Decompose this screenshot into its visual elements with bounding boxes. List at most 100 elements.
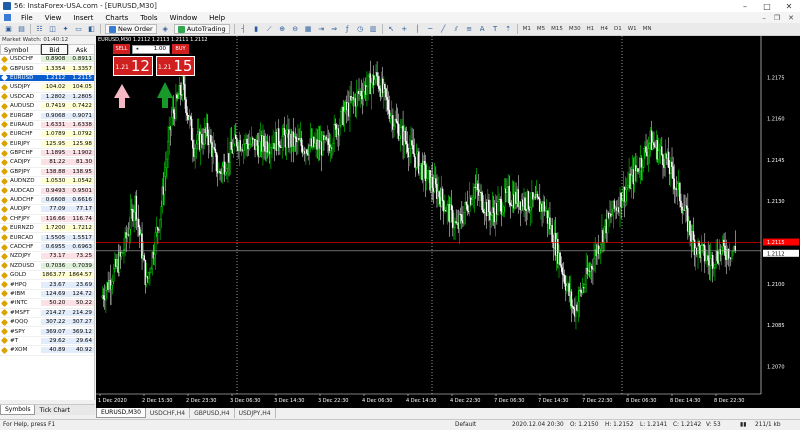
timeframe-m1[interactable]: M1 (520, 26, 534, 32)
market-watch-row[interactable]: #XOM 40.89 40.92 (0, 346, 94, 356)
maximize-icon[interactable]: □ (756, 2, 778, 11)
data-window-icon[interactable]: ◫ (47, 24, 58, 34)
zoom-in-icon[interactable]: ⊕ (277, 24, 288, 34)
timeframe-d1[interactable]: D1 (611, 26, 625, 32)
metaeditor-icon[interactable]: ◈ (160, 24, 171, 34)
market-watch-row[interactable]: EURNZD 1.7200 1.7212 (0, 224, 94, 234)
market-watch-row[interactable]: CHFJPY 116.66 116.74 (0, 215, 94, 225)
buy-quote[interactable]: 1.21 15 (155, 56, 195, 76)
market-watch-row[interactable]: EURCAD 1.5505 1.5517 (0, 233, 94, 243)
navigator-icon[interactable]: ✦ (60, 24, 71, 34)
timeframe-m5[interactable]: M5 (534, 26, 548, 32)
fibonacci-icon[interactable]: ≡ (464, 24, 475, 34)
timeframe-m30[interactable]: M30 (566, 26, 584, 32)
candlestick-icon[interactable]: ▮ (251, 24, 262, 34)
periods-icon[interactable]: ◷ (355, 24, 366, 34)
child-close-icon[interactable]: ✕ (788, 14, 794, 22)
lot-decrease-icon[interactable]: ◂ (133, 46, 141, 52)
autoscroll-icon[interactable]: ⇒ (329, 24, 340, 34)
chart-shift-icon[interactable]: ⇥ (316, 24, 327, 34)
column-bid[interactable]: Bid (41, 44, 68, 55)
minimize-icon[interactable]: – (734, 2, 756, 11)
market-watch-row[interactable]: AUDNZD 1.0530 1.0542 (0, 177, 94, 187)
market-watch-row[interactable]: #T 29.62 29.64 (0, 337, 94, 347)
timeframe-m15[interactable]: M15 (548, 26, 566, 32)
horizontal-line-icon[interactable]: ─ (425, 24, 436, 34)
tab-usdjpy-h4[interactable]: USDJPY,H4 (235, 408, 276, 418)
buy-button[interactable]: BUY (172, 44, 189, 54)
crosshair-icon[interactable]: + (399, 24, 410, 34)
child-minimize-icon[interactable]: – (762, 14, 766, 22)
tab-gbpusd-h4[interactable]: GBPUSD,H4 (190, 408, 235, 418)
market-watch-row[interactable]: GOLD 1863.77 1864.57 (0, 271, 94, 281)
market-watch-row[interactable]: AUDJPY 77.09 77.17 (0, 205, 94, 215)
market-watch-row[interactable]: #HPQ 23.67 23.69 (0, 280, 94, 290)
market-watch-row[interactable]: GBPUSD 1.3354 1.3357 (0, 64, 94, 74)
text-label-icon[interactable]: T (490, 24, 501, 34)
chart-window[interactable]: 1.21751.21601.21451.21301.21151.21001.20… (96, 36, 800, 408)
market-watch-row[interactable]: EURGBP 0.9068 0.9071 (0, 111, 94, 121)
market-watch-row[interactable]: #QQQ 307.22 307.27 (0, 318, 94, 328)
market-watch-row[interactable]: GBPJPY 138.88 138.95 (0, 168, 94, 178)
market-watch-row[interactable]: #SPY 369.07 369.12 (0, 327, 94, 337)
bar-chart-icon[interactable]: ┤ (238, 24, 249, 34)
sell-button[interactable]: SELL (113, 44, 130, 54)
market-watch-row[interactable]: USDCHF 0.8908 0.8911 (0, 55, 94, 65)
market-watch-row[interactable]: AUDCAD 0.9493 0.9501 (0, 186, 94, 196)
price-chart[interactable]: 1.21751.21601.21451.21301.21151.21001.20… (96, 36, 800, 408)
market-watch-row[interactable]: EURCHF 1.0789 1.0792 (0, 130, 94, 140)
menu-tools[interactable]: Tools (134, 14, 163, 22)
menu-charts[interactable]: Charts (99, 14, 134, 22)
menu-window[interactable]: Window (164, 14, 204, 22)
market-watch-row[interactable]: GBPCHF 1.1895 1.1902 (0, 149, 94, 159)
terminal-icon[interactable]: ▭ (73, 24, 84, 34)
tab-usdchf-h4[interactable]: USDCHF,H4 (146, 408, 191, 418)
market-watch-row[interactable]: #INTC 50.20 50.22 (0, 299, 94, 309)
cursor-icon[interactable]: ↖ (386, 24, 397, 34)
market-watch-row[interactable]: CADCHF 0.6955 0.6963 (0, 243, 94, 253)
menu-file[interactable]: File (15, 14, 39, 22)
text-icon[interactable]: A (477, 24, 488, 34)
market-watch-row[interactable]: #MSFT 214.27 214.29 (0, 309, 94, 318)
tab-tick-chart[interactable]: Tick Chart (35, 406, 73, 415)
menu-help[interactable]: Help (203, 14, 231, 22)
tile-windows-icon[interactable]: ▦ (303, 24, 314, 34)
market-watch-row[interactable]: USDCAD 1.2802 1.2805 (0, 93, 94, 102)
market-watch-row[interactable]: EURJPY 125.95 125.98 (0, 140, 94, 149)
tab-symbols[interactable]: Symbols (0, 405, 36, 415)
auto-trading-button[interactable]: AutoTrading (173, 24, 230, 34)
new-chart-icon[interactable]: ▣ (3, 24, 14, 34)
line-chart-icon[interactable]: ⟋ (264, 24, 275, 34)
close-icon[interactable]: ✕ (778, 2, 800, 11)
column-symbol[interactable]: Symbol (0, 44, 41, 55)
trendline-icon[interactable]: ╱ (438, 24, 449, 34)
zoom-out-icon[interactable]: ⊖ (290, 24, 301, 34)
menu-insert[interactable]: Insert (67, 14, 99, 22)
profiles-icon[interactable]: ▤ (16, 24, 27, 34)
channel-icon[interactable]: ⫽ (451, 24, 462, 34)
column-ask[interactable]: Ask (68, 44, 95, 55)
market-watch-row[interactable]: CADJPY 81.22 81.30 (0, 158, 94, 168)
timeframe-w1[interactable]: W1 (625, 26, 640, 32)
lot-input[interactable]: 1.00 (141, 46, 169, 52)
market-watch-row[interactable]: AUDCHF 0.6608 0.6616 (0, 196, 94, 206)
market-watch-icon[interactable]: ☷ (34, 24, 45, 34)
market-watch-row[interactable]: NZDJPY 73.17 73.25 (0, 252, 94, 262)
new-order-button[interactable]: New Order (105, 24, 157, 34)
market-watch-row[interactable]: #IBM 124.69 124.72 (0, 290, 94, 300)
arrows-icon[interactable]: ⇡ (503, 24, 514, 34)
sell-quote[interactable]: 1.21 12 (113, 56, 153, 76)
market-watch-row[interactable]: NZDUSD 0.7036 0.7039 (0, 262, 94, 271)
indicators-icon[interactable]: ƒ (342, 24, 353, 34)
timeframe-mn[interactable]: MN (640, 26, 655, 32)
menu-view[interactable]: View (39, 14, 68, 22)
timeframe-h1[interactable]: H1 (584, 26, 598, 32)
timeframe-h4[interactable]: H4 (597, 26, 611, 32)
templates-icon[interactable]: ▥ (368, 24, 379, 34)
vertical-line-icon[interactable]: │ (412, 24, 423, 34)
market-watch-row[interactable]: EURAUD 1.6331 1.6338 (0, 121, 94, 131)
market-watch-row[interactable]: USDJPY 104.02 104.05 (0, 83, 94, 93)
tab-eurusd-m30[interactable]: EURUSD,M30 (96, 408, 146, 418)
strategy-tester-icon[interactable]: ◧ (86, 24, 97, 34)
market-watch-row[interactable]: EURUSD 1.2112 1.2115 (0, 74, 94, 84)
